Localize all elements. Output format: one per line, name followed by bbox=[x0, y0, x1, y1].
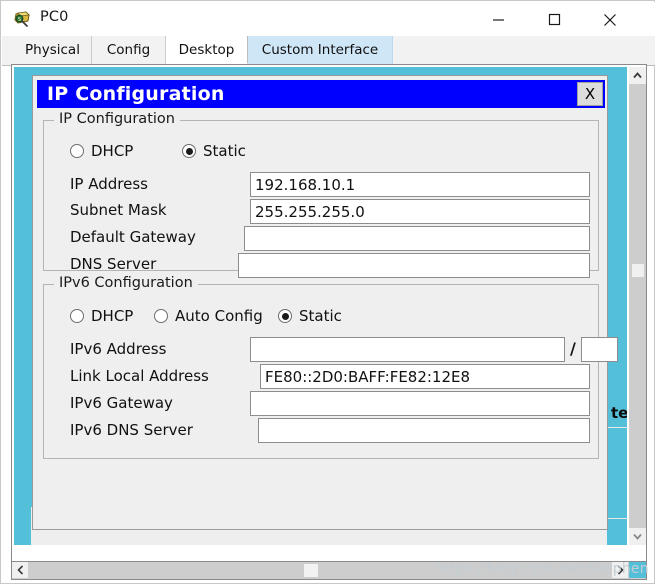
label-ipv6-gateway: IPv6 Gateway bbox=[70, 394, 173, 412]
pc0-window: S PC0 Physical Config Desktop Custom Int… bbox=[0, 0, 655, 584]
desktop-content-area: Dialer Editor Firewall te bbox=[11, 64, 647, 562]
label-ipv6-address: IPv6 Address bbox=[70, 340, 167, 358]
horizontal-scrollbar-thumb[interactable] bbox=[304, 564, 318, 577]
tab-strip-filler bbox=[393, 36, 655, 64]
tab-physical[interactable]: Physical bbox=[14, 36, 92, 64]
label-dns-server: DNS Server bbox=[70, 255, 157, 273]
maximize-button[interactable] bbox=[531, 3, 577, 36]
input-ipv6-prefix-length[interactable] bbox=[581, 337, 618, 362]
dialog-close-button[interactable]: X bbox=[577, 82, 603, 106]
ipv4-group-legend: IP Configuration bbox=[54, 111, 180, 127]
chevron-down-icon bbox=[633, 533, 642, 540]
radio-ipv4-static-label: Static bbox=[203, 142, 246, 160]
input-link-local-address[interactable] bbox=[260, 364, 590, 389]
dialog-title-bar: IP Configuration X bbox=[37, 80, 605, 108]
input-subnet-mask[interactable] bbox=[250, 199, 590, 224]
close-window-button[interactable] bbox=[587, 3, 633, 36]
radio-ipv4-dhcp-label: DHCP bbox=[91, 142, 134, 160]
radio-ipv4-dhcp[interactable]: DHCP bbox=[70, 142, 133, 160]
radio-ipv6-auto-config-label: Auto Config bbox=[175, 307, 263, 325]
radio-ipv4-static[interactable]: Static bbox=[182, 142, 246, 160]
packet-tracer-icon: S bbox=[13, 10, 32, 29]
label-default-gateway: Default Gateway bbox=[70, 228, 196, 246]
ip-configuration-dialog: IP Configuration X IP Configuration DHCP… bbox=[32, 75, 618, 530]
scroll-right-button[interactable] bbox=[612, 562, 628, 578]
desktop-icon-label-partial[interactable]: te bbox=[611, 404, 627, 422]
input-ip-address[interactable] bbox=[250, 172, 590, 197]
label-ipv6-dns-server: IPv6 DNS Server bbox=[70, 421, 193, 439]
input-default-gateway[interactable] bbox=[244, 226, 590, 251]
scroll-down-button[interactable] bbox=[629, 528, 646, 545]
chevron-up-icon bbox=[633, 72, 642, 79]
dialog-title: IP Configuration bbox=[47, 83, 225, 105]
label-link-local-address: Link Local Address bbox=[70, 367, 209, 385]
vertical-scrollbar[interactable] bbox=[629, 67, 646, 545]
radio-ipv6-dhcp[interactable]: DHCP bbox=[70, 307, 133, 325]
minimize-button[interactable] bbox=[475, 3, 521, 36]
ipv6-group-legend: IPv6 Configuration bbox=[54, 275, 198, 291]
ipv6-configuration-group: IPv6 Configuration DHCP Auto Config Stat… bbox=[43, 275, 618, 459]
chevron-right-icon bbox=[617, 565, 624, 575]
window-title: PC0 bbox=[40, 9, 69, 25]
desktop-icon-tile-partial[interactable] bbox=[606, 427, 627, 519]
input-dns-server[interactable] bbox=[238, 253, 590, 278]
horizontal-scrollbar[interactable] bbox=[11, 562, 647, 580]
input-ipv6-address[interactable] bbox=[250, 337, 565, 362]
ipv6-prefix-separator: / bbox=[570, 339, 576, 358]
maximize-icon bbox=[548, 13, 560, 26]
window-title-bar: S PC0 bbox=[2, 2, 655, 36]
tab-custom-interface[interactable]: Custom Interface bbox=[248, 36, 393, 64]
scrollbar-corner bbox=[629, 562, 646, 578]
scroll-left-button[interactable] bbox=[12, 562, 28, 578]
label-subnet-mask: Subnet Mask bbox=[70, 201, 167, 219]
radio-dot-icon bbox=[70, 309, 84, 323]
radio-dot-icon bbox=[154, 309, 168, 323]
desktop-pane: Dialer Editor Firewall te bbox=[14, 67, 627, 545]
minimize-icon bbox=[492, 19, 504, 21]
input-ipv6-gateway[interactable] bbox=[250, 391, 590, 416]
radio-dot-icon bbox=[278, 309, 292, 323]
tab-config[interactable]: Config bbox=[92, 36, 166, 64]
radio-ipv6-auto-config[interactable]: Auto Config bbox=[154, 307, 263, 325]
scroll-up-button[interactable] bbox=[629, 67, 646, 84]
svg-text:S: S bbox=[18, 17, 21, 23]
chevron-left-icon bbox=[16, 565, 23, 575]
vertical-scrollbar-thumb[interactable] bbox=[632, 264, 644, 277]
tab-desktop[interactable]: Desktop bbox=[166, 36, 248, 64]
input-ipv6-dns-server[interactable] bbox=[258, 418, 590, 443]
tab-bar: Physical Config Desktop Custom Interface bbox=[2, 36, 655, 66]
close-icon bbox=[604, 13, 616, 26]
radio-ipv6-static[interactable]: Static bbox=[278, 307, 342, 325]
label-ip-address: IP Address bbox=[70, 175, 148, 193]
ipv4-configuration-group: IP Configuration DHCP Static IP Address … bbox=[43, 111, 599, 278]
radio-dot-icon bbox=[182, 144, 196, 158]
radio-dot-icon bbox=[70, 144, 84, 158]
radio-ipv6-static-label: Static bbox=[299, 307, 342, 325]
radio-ipv6-dhcp-label: DHCP bbox=[91, 307, 134, 325]
